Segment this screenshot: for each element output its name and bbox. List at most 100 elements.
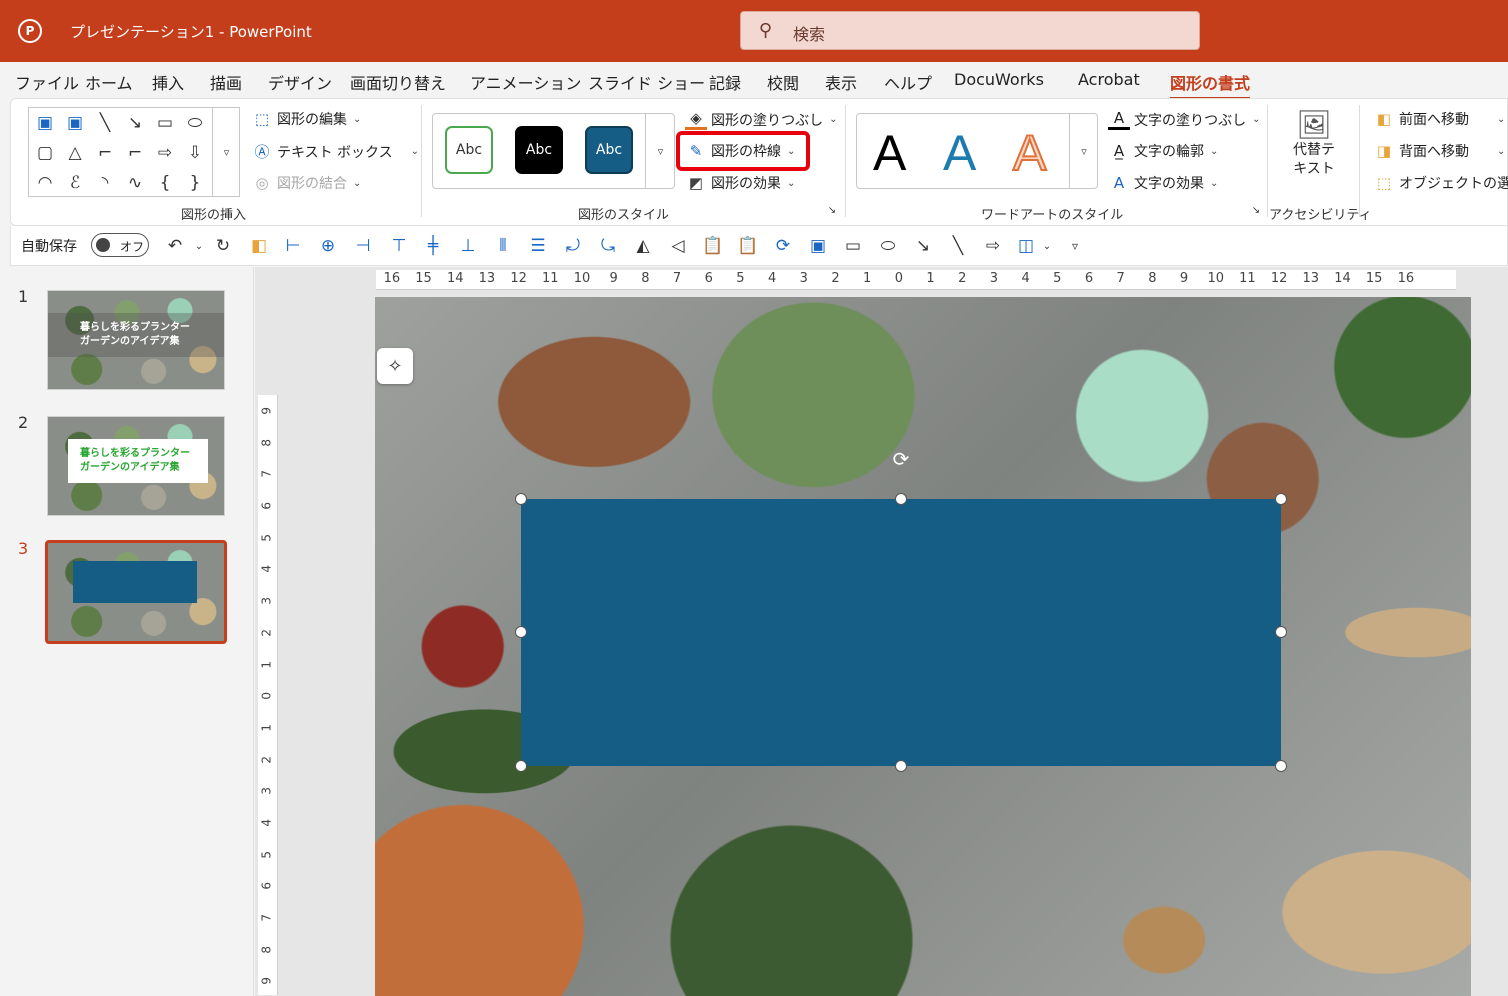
shape-effects-button[interactable]: ◩ 図形の効果 ⌄: [685, 173, 795, 193]
vertical-text-box-shape-icon[interactable]: ▣: [63, 112, 87, 134]
customize-qat-icon[interactable]: ▿: [1063, 234, 1087, 258]
search-box[interactable]: ⚲ 検索: [740, 11, 1200, 50]
tab-insert[interactable]: 挿入: [152, 70, 184, 94]
text-box-button[interactable]: Ⓐ テキスト ボックス ⌄: [251, 141, 419, 162]
align-right-icon[interactable]: ⊣: [351, 234, 375, 258]
right-brace-shape-icon[interactable]: }: [183, 172, 207, 194]
wordart-orange-outline[interactable]: A: [1012, 124, 1047, 182]
undo-dropdown-icon[interactable]: ⌄: [187, 234, 211, 258]
arrange-icon[interactable]: ◧: [247, 234, 271, 258]
line-qat-icon[interactable]: ╲: [946, 234, 970, 258]
elbow-connector-shape-icon[interactable]: ⌐: [93, 142, 117, 164]
change-picture-icon[interactable]: ⟳: [771, 234, 795, 258]
arrow-line-qat-icon[interactable]: ↘: [911, 234, 935, 258]
flip-vertical-icon[interactable]: ◁: [666, 234, 690, 258]
selection-pane-button[interactable]: ⬚ オブジェクトの選択と: [1373, 173, 1508, 193]
arrow-line-shape-icon[interactable]: ↘: [123, 112, 147, 134]
redo-icon[interactable]: ↻: [211, 234, 235, 258]
alt-text-button[interactable]: 🖼 代替テ キスト: [1283, 109, 1345, 179]
curve-shape-icon[interactable]: ∿: [123, 172, 147, 194]
tab-review[interactable]: 校閲: [767, 70, 799, 94]
slide-thumbnail-3[interactable]: [45, 540, 227, 644]
rotate-icon[interactable]: ⤾: [561, 234, 585, 258]
rounded-rectangle-shape-icon[interactable]: ▢: [33, 142, 57, 164]
oval-shape-icon[interactable]: ⬭: [183, 112, 207, 134]
selected-rectangle-shape[interactable]: [521, 499, 1281, 766]
paste-text-icon[interactable]: 📋: [701, 234, 725, 258]
tab-home[interactable]: ホーム: [85, 70, 133, 94]
bring-forward-button[interactable]: ◧ 前面へ移動 ⌄: [1373, 109, 1505, 129]
text-effects-button[interactable]: A 文字の効果 ⌄: [1108, 173, 1219, 193]
tab-record[interactable]: 記録: [709, 70, 741, 94]
tab-help[interactable]: ヘルプ: [884, 70, 932, 94]
elbow-arrow-connector-shape-icon[interactable]: ⌐: [123, 142, 147, 164]
resize-handle-bottom[interactable]: [895, 760, 907, 772]
edit-shape-button[interactable]: ⬚ 図形の編集 ⌄: [251, 109, 361, 129]
shapes-dropdown-icon[interactable]: ⌄: [1035, 234, 1059, 258]
resize-handle-bottom-left[interactable]: [515, 760, 527, 772]
shape-styles-more-icon[interactable]: ▿: [645, 114, 675, 188]
right-arrow-shape-icon[interactable]: ⇨: [153, 142, 177, 164]
align-left-icon[interactable]: ⊢: [281, 234, 305, 258]
style-swatch-black[interactable]: Abc: [515, 126, 563, 174]
merge-shapes-button[interactable]: ◎ 図形の結合 ⌄: [251, 173, 361, 193]
shapes-gallery-more-icon[interactable]: ▿: [212, 108, 240, 196]
style-swatch-blue[interactable]: Abc: [585, 126, 633, 174]
undo-icon[interactable]: ↶: [163, 234, 187, 258]
resize-handle-right[interactable]: [1275, 626, 1287, 638]
style-swatch-green-outline[interactable]: Abc: [445, 126, 493, 174]
align-middle-icon[interactable]: ╪: [421, 234, 445, 258]
resize-handle-top[interactable]: [895, 493, 907, 505]
left-brace-shape-icon[interactable]: {: [153, 172, 177, 194]
resize-handle-top-right[interactable]: [1275, 493, 1287, 505]
tab-animations[interactable]: アニメーション: [470, 70, 581, 94]
designer-sparkle-icon[interactable]: ✧: [377, 348, 413, 384]
triangle-shape-icon[interactable]: △: [63, 142, 87, 164]
line-shape-icon[interactable]: ╲: [93, 112, 117, 134]
wordart-more-icon[interactable]: ▿: [1069, 114, 1098, 188]
text-box-qat-icon[interactable]: ▣: [806, 234, 830, 258]
wordart-black[interactable]: A: [873, 124, 906, 182]
scribble-shape-icon[interactable]: ℰ: [63, 172, 87, 194]
tab-acrobat[interactable]: Acrobat: [1078, 70, 1140, 89]
autosave-toggle[interactable]: オフ: [91, 233, 149, 257]
text-box-shape-icon[interactable]: ▣: [33, 112, 57, 134]
tab-docuworks[interactable]: DocuWorks: [954, 70, 1044, 89]
align-bottom-icon[interactable]: ⊥: [456, 234, 480, 258]
slide-thumbnail-2[interactable]: 暮らしを彩るプランター ガーデンのアイデア集: [47, 416, 225, 516]
arc-shape-icon[interactable]: ◝: [93, 172, 117, 194]
distribute-vertical-icon[interactable]: ☰: [526, 234, 550, 258]
paste-image-icon[interactable]: 📋: [736, 234, 760, 258]
shape-styles-launcher-icon[interactable]: ↘: [825, 203, 839, 217]
rectangle-shape-icon[interactable]: ▭: [153, 112, 177, 134]
send-backward-button[interactable]: ◨ 背面へ移動 ⌄: [1373, 141, 1505, 161]
resize-handle-top-left[interactable]: [515, 493, 527, 505]
slide-thumbnail-1[interactable]: 暮らしを彩るプランター ガーデンのアイデア集: [47, 290, 225, 390]
oval-qat-icon[interactable]: ⬭: [876, 234, 900, 258]
wordart-launcher-icon[interactable]: ↘: [1249, 203, 1263, 217]
rectangle-qat-icon[interactable]: ▭: [841, 234, 865, 258]
tab-transitions[interactable]: 画面切り替え: [350, 70, 446, 94]
tab-design[interactable]: デザイン: [268, 70, 332, 94]
rotate-left-icon[interactable]: ⤿: [596, 234, 620, 258]
flip-horizontal-icon[interactable]: ◭: [631, 234, 655, 258]
text-fill-button[interactable]: A 文字の塗りつぶし ⌄: [1108, 109, 1261, 130]
resize-handle-bottom-right[interactable]: [1275, 760, 1287, 772]
block-arrow-qat-icon[interactable]: ⇨: [981, 234, 1005, 258]
distribute-horizontal-icon[interactable]: ⫴: [491, 234, 515, 258]
align-center-icon[interactable]: ⊕: [316, 234, 340, 258]
tab-draw[interactable]: 描画: [210, 70, 242, 94]
text-outline-button[interactable]: A̲ 文字の輪郭 ⌄: [1108, 141, 1219, 161]
shape-fill-button[interactable]: ◈ 図形の塗りつぶし ⌄: [685, 109, 838, 130]
down-arrow-shape-icon[interactable]: ⇩: [183, 142, 207, 164]
freeform-shape-icon[interactable]: ◠: [33, 172, 57, 194]
align-top-icon[interactable]: ⊤: [387, 234, 411, 258]
thumbnail-title-line2: ガーデンのアイデア集: [80, 336, 180, 347]
tab-shape-format[interactable]: 図形の書式: [1170, 70, 1251, 100]
tab-file[interactable]: ファイル: [15, 70, 79, 94]
tab-view[interactable]: 表示: [825, 70, 857, 94]
rotate-handle-icon[interactable]: ⟳: [889, 447, 913, 471]
resize-handle-left[interactable]: [515, 626, 527, 638]
wordart-blue[interactable]: A: [943, 124, 976, 182]
tab-slideshow[interactable]: スライド ショー: [588, 70, 705, 94]
